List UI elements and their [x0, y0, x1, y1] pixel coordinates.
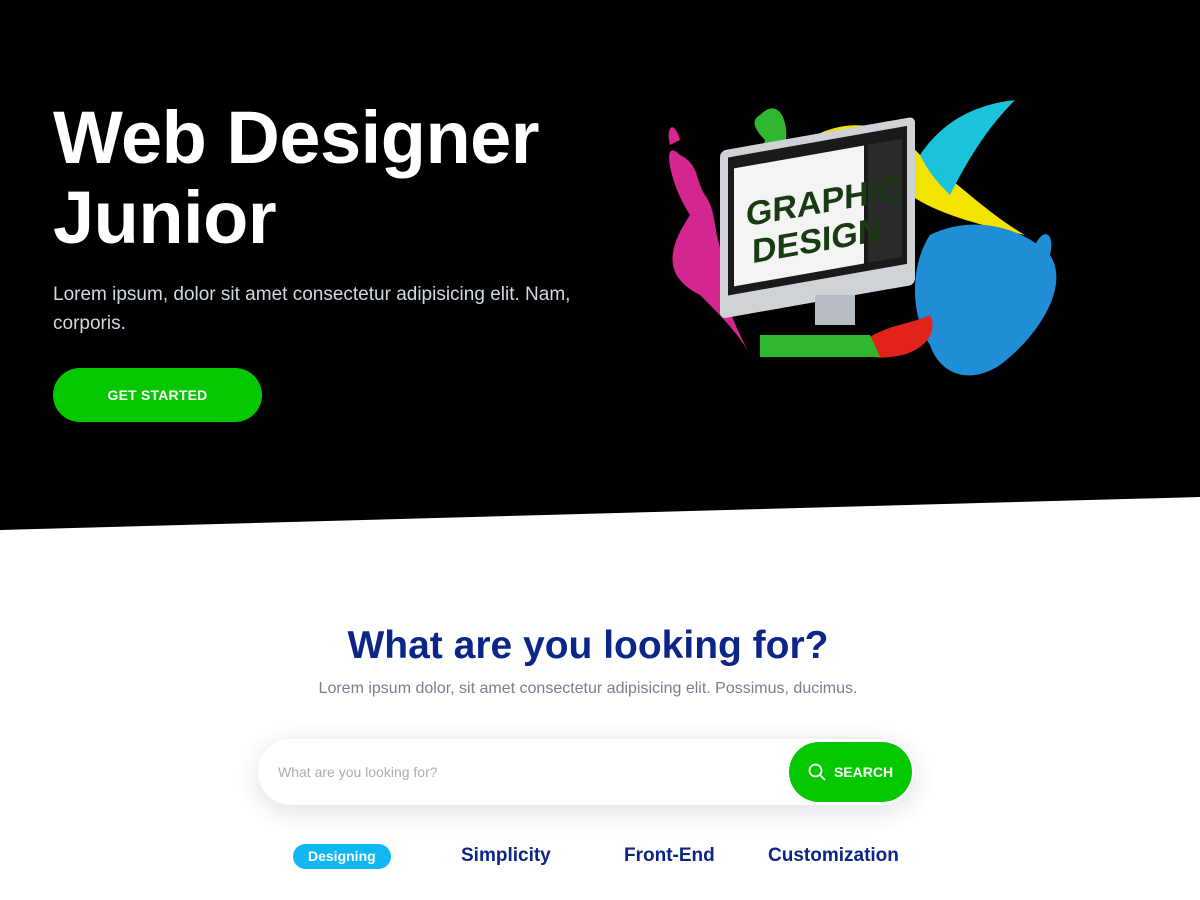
search-button-label: SEARCH	[833, 764, 894, 780]
hero-section: Web Designer Junior Lorem ipsum, dolor s…	[0, 0, 1200, 530]
get-started-button[interactable]: GET STARTED	[53, 368, 262, 422]
category-tags: Designing Simplicity Front-End Customiza…	[0, 840, 1200, 876]
multicolor-base	[760, 335, 880, 357]
tag-designing[interactable]: Designing	[293, 844, 391, 869]
tag-front-end[interactable]: Front-End	[624, 840, 715, 872]
hero-title: Web Designer Junior	[53, 98, 653, 258]
monitor-icon: GRAPHIC DESIGN	[720, 117, 915, 325]
hero-title-line1: Web Designer	[53, 96, 540, 179]
hero-subtitle: Lorem ipsum, dolor sit amet consectetur …	[53, 284, 571, 334]
search-input[interactable]	[278, 753, 778, 791]
search-icon	[808, 763, 826, 781]
section-subtitle: Lorem ipsum dolor, sit amet consectetur …	[318, 680, 858, 697]
tag-simplicity[interactable]: Simplicity	[461, 840, 551, 872]
graphic-design-illustration: GRAPHIC DESIGN	[668, 100, 1057, 376]
section-title: What are you looking for?	[347, 624, 829, 667]
blue-splash	[915, 224, 1057, 376]
hero-title-line2: Junior	[53, 176, 277, 259]
search-button[interactable]: SEARCH	[789, 742, 912, 802]
magenta-drip	[668, 127, 680, 145]
search-bar: SEARCH	[258, 739, 914, 805]
tag-customization[interactable]: Customization	[768, 840, 899, 872]
